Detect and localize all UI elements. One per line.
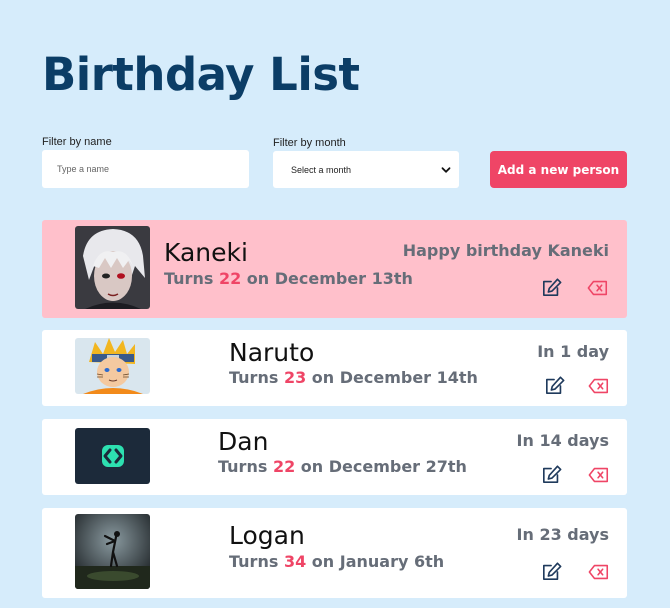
page-title: Birthday List xyxy=(42,48,360,101)
delete-button[interactable] xyxy=(587,278,609,298)
add-person-button[interactable]: Add a new person xyxy=(490,151,627,188)
avatar-logan xyxy=(75,514,150,589)
person-card-dan: Dan Turns 22 on December 27th In 14 days xyxy=(42,419,627,495)
age-value: 22 xyxy=(272,457,296,476)
person-card-kaneki: Kaneki Turns 22 on December 13th Happy b… xyxy=(42,220,627,318)
month-select-value: Select a month xyxy=(291,164,352,175)
pencil-square-icon xyxy=(543,562,562,580)
age-value: 34 xyxy=(283,552,307,571)
avatar-dan xyxy=(75,428,150,484)
age-value: 23 xyxy=(283,368,307,387)
delete-button[interactable] xyxy=(588,562,610,582)
birthday-date: on January 6th xyxy=(311,552,445,571)
edit-button[interactable] xyxy=(544,375,566,395)
delete-button[interactable] xyxy=(588,465,610,485)
backspace-x-icon xyxy=(587,280,608,296)
person-age-line: Turns 22 on December 13th xyxy=(164,269,413,288)
backspace-x-icon xyxy=(588,378,609,394)
person-age-line: Turns 22 on December 27th xyxy=(218,457,467,476)
backspace-x-icon xyxy=(588,564,609,580)
person-age-line: Turns 23 on December 14th xyxy=(229,368,478,387)
edit-button[interactable] xyxy=(541,277,563,297)
filter-month-label: Filter by month xyxy=(273,137,346,149)
birthday-status: In 1 day xyxy=(537,342,609,361)
avatar-naruto xyxy=(75,338,150,394)
person-card-logan: Logan Turns 34 on January 6th In 23 days xyxy=(42,508,627,598)
pencil-square-icon xyxy=(543,278,562,296)
turns-prefix: Turns xyxy=(218,457,268,476)
birthday-list-page: Birthday List Filter by name Filter by m… xyxy=(0,0,670,608)
person-age-line: Turns 34 on January 6th xyxy=(229,552,444,571)
person-name: Kaneki xyxy=(164,238,248,267)
person-card-naruto: Naruto Turns 23 on December 14th In 1 da… xyxy=(42,330,627,406)
person-name: Dan xyxy=(218,427,269,456)
edit-button[interactable] xyxy=(541,561,563,581)
turns-prefix: Turns xyxy=(164,269,214,288)
filter-name-label: Filter by name xyxy=(42,136,112,148)
birthday-date: on December 27th xyxy=(300,457,467,476)
turns-prefix: Turns xyxy=(229,552,279,571)
delete-button[interactable] xyxy=(588,376,610,396)
birthday-date: on December 14th xyxy=(311,368,478,387)
turns-prefix: Turns xyxy=(229,368,279,387)
month-filter-select[interactable]: Select a month xyxy=(273,151,459,188)
birthday-status: In 14 days xyxy=(516,431,609,450)
pencil-square-icon xyxy=(543,465,562,483)
birthday-status: In 23 days xyxy=(516,525,609,544)
avatar-kaneki xyxy=(75,226,150,309)
name-filter-input[interactable] xyxy=(42,150,249,188)
backspace-x-icon xyxy=(588,467,609,483)
person-name: Logan xyxy=(229,521,305,550)
person-name: Naruto xyxy=(229,338,315,367)
birthday-date: on December 13th xyxy=(246,269,413,288)
pencil-square-icon xyxy=(546,376,565,394)
birthday-status: Happy birthday Kaneki xyxy=(402,241,609,260)
edit-button[interactable] xyxy=(541,464,563,484)
chevron-down-icon xyxy=(441,166,451,173)
age-value: 22 xyxy=(218,269,242,288)
